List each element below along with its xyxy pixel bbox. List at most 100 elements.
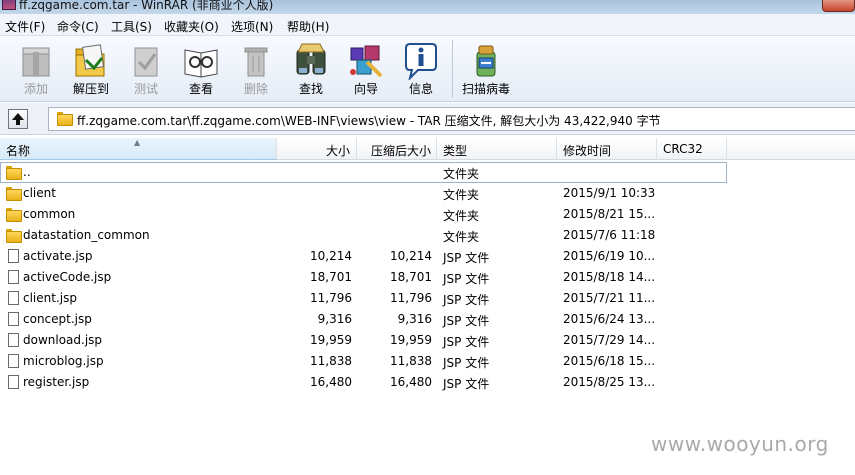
file-modified: 2015/7/29 14... (563, 333, 656, 347)
find-button[interactable]: 查找 (283, 36, 339, 102)
extract-to-button[interactable]: 解压到 (63, 36, 119, 102)
list-item[interactable]: microblog.jsp 11,838 11,838 JSP 文件 2015/… (0, 351, 855, 372)
add-button-label: 添加 (23, 82, 48, 96)
list-item[interactable]: activeCode.jsp 18,701 18,701 JSP 文件 2015… (0, 267, 855, 288)
test-icon (134, 47, 158, 77)
wizard-button-label: 向导 (353, 82, 378, 96)
wizard-button[interactable]: 向导 (338, 36, 394, 102)
winrar-app-icon (2, 0, 16, 10)
list-item[interactable]: common 文件夹 2015/8/21 15... (0, 204, 855, 225)
column-type-header[interactable]: 类型 (437, 138, 557, 160)
file-icon (6, 312, 20, 326)
menu-help[interactable]: 帮助(H) (287, 18, 329, 35)
file-packed-size: 9,316 (397, 312, 432, 326)
list-item[interactable]: download.jsp 19,959 19,959 JSP 文件 2015/7… (0, 330, 855, 351)
list-item[interactable]: client.jsp 11,796 11,796 JSP 文件 2015/7/2… (0, 288, 855, 309)
column-type-label: 类型 (443, 144, 468, 158)
test-button[interactable]: 测试 (118, 36, 174, 102)
view-button[interactable]: 查看 (173, 36, 229, 102)
file-packed-size: 11,796 (390, 291, 432, 305)
file-size: 10,214 (310, 249, 352, 263)
file-size: 9,316 (317, 312, 352, 326)
file-type: 文件夹 (443, 188, 480, 202)
list-item[interactable]: activate.jsp 10,214 10,214 JSP 文件 2015/6… (0, 246, 855, 267)
file-icon (6, 375, 20, 389)
column-name-header[interactable]: 名称 ▲ (0, 138, 277, 160)
list-item[interactable]: client 文件夹 2015/9/1 10:33 (0, 183, 855, 204)
list-item[interactable]: concept.jsp 9,316 9,316 JSP 文件 2015/6/24… (0, 309, 855, 330)
file-size: 11,796 (310, 291, 352, 305)
toolbar: 添加 解压到 测试 查看 删除 查找 向导 信息 扫描病毒 (0, 36, 855, 102)
menu-file[interactable]: 文件(F) (5, 18, 45, 35)
menu-tools[interactable]: 工具(S) (111, 18, 152, 35)
list-header: 名称 ▲ 大小 压缩后大小 类型 修改时间 CRC32 (0, 138, 855, 160)
find-button-label: 查找 (298, 82, 323, 96)
view-button-label: 查看 (188, 82, 213, 96)
file-size: 18,701 (310, 270, 352, 284)
column-packed-header[interactable]: 压缩后大小 (357, 138, 437, 160)
path-field[interactable]: ff.zqgame.com.tar\ff.zqgame.com\WEB-INF\… (48, 107, 855, 131)
focus-frame (0, 162, 727, 183)
find-icon (296, 43, 326, 75)
menu-favorites[interactable]: 收藏夹(O) (164, 18, 219, 35)
add-button[interactable]: 添加 (8, 36, 64, 102)
delete-button[interactable]: 删除 (228, 36, 284, 102)
file-modified: 2015/6/18 15... (563, 354, 656, 368)
virus-scan-button[interactable]: 扫描病毒 (458, 36, 514, 102)
view-icon (184, 49, 218, 78)
file-name: microblog.jsp (23, 354, 104, 368)
file-name: datastation_common (23, 228, 150, 242)
file-name: register.jsp (23, 375, 90, 389)
sort-ascending-icon: ▲ (134, 138, 141, 147)
column-crc-label: CRC32 (663, 142, 703, 156)
delete-icon (244, 47, 268, 77)
virus-scan-icon (476, 45, 496, 77)
up-folder-button[interactable] (8, 109, 28, 129)
address-bar: ff.zqgame.com.tar\ff.zqgame.com\WEB-INF\… (0, 103, 855, 135)
file-list: .. 文件夹 client 文件夹 2015/9/1 10:33 common … (0, 162, 855, 475)
folder-icon (6, 229, 22, 243)
window-close-button[interactable] (822, 0, 855, 12)
column-size-label: 大小 (325, 144, 350, 158)
test-button-label: 测试 (133, 82, 158, 96)
file-packed-size: 18,701 (390, 270, 432, 284)
file-packed-size: 11,838 (390, 354, 432, 368)
file-modified: 2015/7/6 11:18 (563, 228, 656, 242)
file-size: 11,838 (310, 354, 352, 368)
file-name: .. (23, 165, 31, 179)
list-item[interactable]: datastation_common 文件夹 2015/7/6 11:18 (0, 225, 855, 246)
list-item-parent[interactable]: .. 文件夹 (0, 162, 855, 183)
menu-options[interactable]: 选项(N) (231, 18, 273, 35)
menu-commands[interactable]: 命令(C) (57, 18, 99, 35)
extract-to-button-label: 解压到 (72, 82, 109, 96)
file-name: concept.jsp (23, 312, 92, 326)
file-modified: 2015/9/1 10:33 (563, 186, 656, 200)
file-modified: 2015/8/25 13... (563, 375, 656, 389)
file-modified: 2015/8/21 15... (563, 207, 656, 221)
file-type: JSP 文件 (443, 314, 490, 328)
window-title: ff.zqgame.com.tar - WinRAR (非商业个人版) (19, 0, 274, 12)
file-icon (6, 249, 20, 263)
file-packed-size: 10,214 (390, 249, 432, 263)
file-packed-size: 19,959 (390, 333, 432, 347)
column-modified-label: 修改时间 (563, 144, 612, 158)
delete-button-label: 删除 (243, 82, 268, 96)
column-size-header[interactable]: 大小 (277, 138, 357, 160)
info-button[interactable]: 信息 (393, 36, 449, 102)
add-archive-icon (22, 47, 50, 77)
list-item[interactable]: register.jsp 16,480 16,480 JSP 文件 2015/8… (0, 372, 855, 393)
column-modified-header[interactable]: 修改时间 (557, 138, 657, 160)
virus-scan-button-label: 扫描病毒 (461, 82, 510, 96)
path-text: ff.zqgame.com.tar\ff.zqgame.com\WEB-INF\… (77, 114, 661, 128)
file-name: activate.jsp (23, 249, 93, 263)
column-packed-label: 压缩后大小 (370, 144, 431, 158)
file-name: common (23, 207, 76, 221)
file-type: 文件夹 (443, 209, 480, 223)
file-type: JSP 文件 (443, 293, 490, 307)
column-crc-header[interactable]: CRC32 (657, 138, 727, 160)
wizard-icon (350, 45, 383, 78)
file-icon (6, 333, 20, 347)
up-folder-icon (12, 113, 24, 125)
file-name: client.jsp (23, 291, 77, 305)
file-type: JSP 文件 (443, 377, 490, 391)
